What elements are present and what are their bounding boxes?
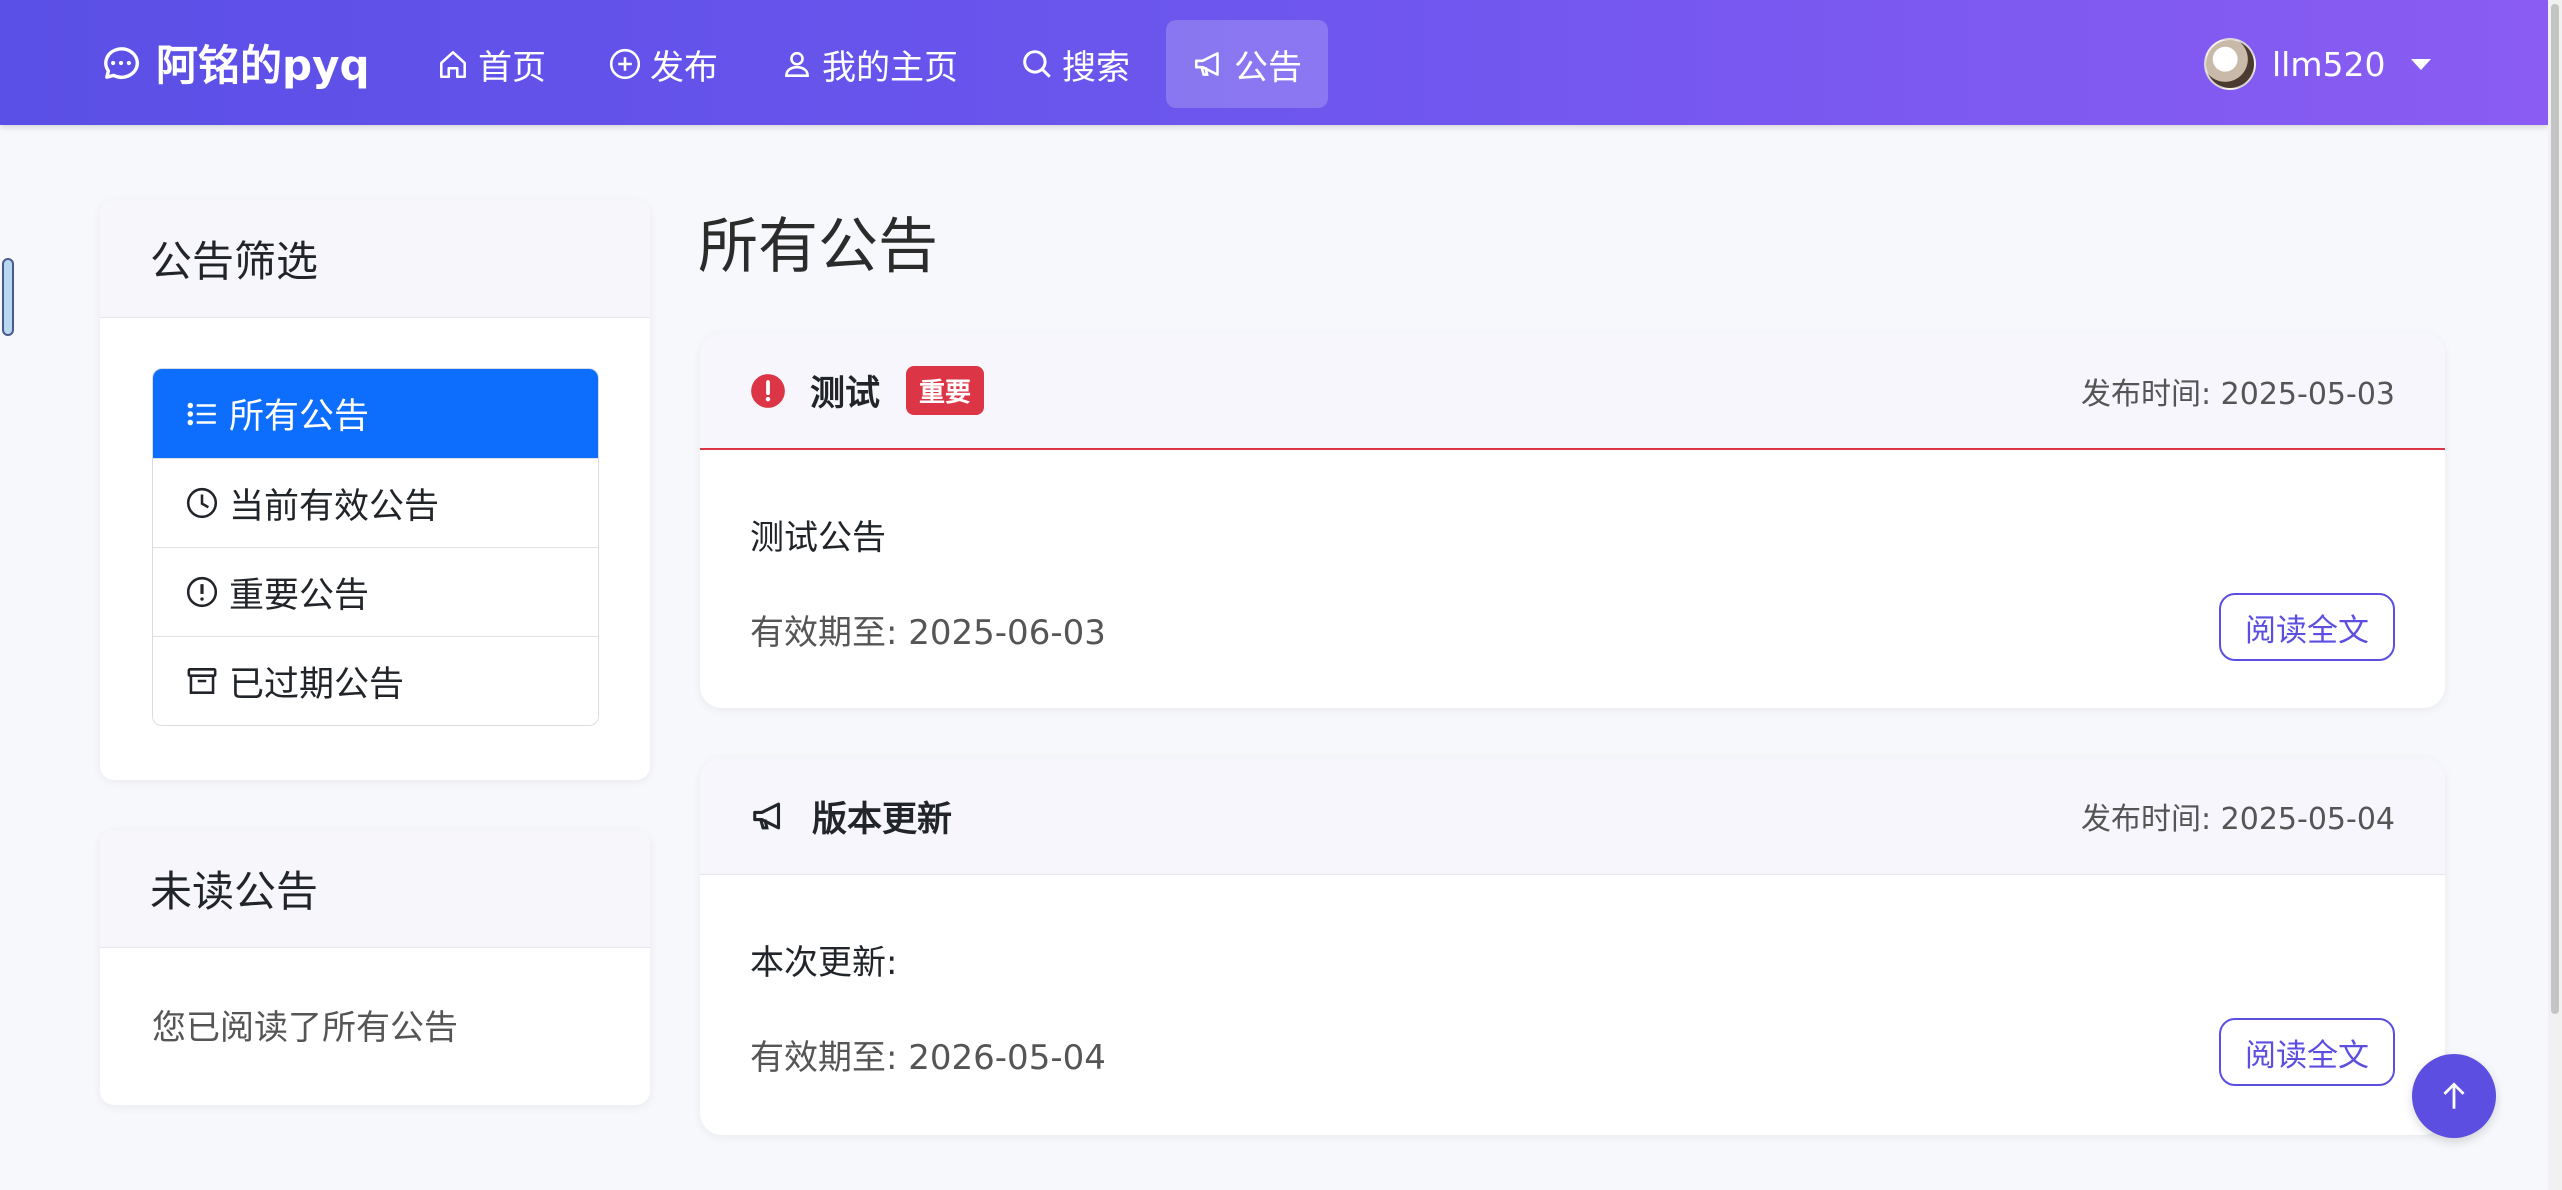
filter-label: 所有公告	[229, 397, 370, 437]
announcement-time: 发布时间: 2025-05-03	[2081, 376, 2395, 412]
filter-label: 当前有效公告	[229, 486, 440, 527]
arrow-up-icon	[2443, 1082, 2465, 1109]
back-to-top-button[interactable]	[2412, 1054, 2496, 1138]
filter-expired[interactable]: 已过期公告	[153, 636, 598, 725]
announcement-card: 测试 重要 发布时间: 2025-05-03 测试公告 有效期至: 2025-0…	[700, 333, 2445, 708]
nav-item-announcements[interactable]: 公告	[1166, 20, 1328, 108]
avatar	[2204, 38, 2256, 90]
announcement-content: 本次更新:	[750, 943, 898, 983]
announcement-header: 测试 重要 发布时间: 2025-05-03	[700, 333, 2445, 450]
person-icon	[785, 51, 809, 77]
announcement-content: 测试公告	[750, 518, 886, 558]
unread-card-title: 未读公告	[100, 830, 650, 948]
nav-item-home[interactable]: 首页	[410, 20, 572, 108]
filter-card-title: 公告筛选	[100, 200, 650, 318]
page-title: 所有公告	[698, 212, 938, 282]
filter-all[interactable]: 所有公告	[153, 369, 598, 458]
scrollbar-thumb[interactable]	[2551, 4, 2559, 1014]
clock-icon	[186, 487, 218, 519]
nav-item-publish[interactable]: 发布	[582, 20, 744, 108]
nav-item-label: 首页	[478, 47, 546, 88]
nav-item-profile[interactable]: 我的主页	[754, 20, 984, 108]
announcement-title[interactable]: 版本更新	[812, 791, 952, 842]
user-name: llm520	[2272, 44, 2386, 84]
filter-label: 重要公告	[229, 575, 370, 616]
nav-item-label: 公告	[1234, 47, 1302, 88]
announcement-header: 版本更新 发布时间: 2025-05-04	[700, 758, 2445, 875]
plus-circle-icon	[609, 48, 641, 80]
announcement-time: 发布时间: 2025-05-04	[2081, 802, 2395, 837]
brand[interactable]: 阿铭的pyq	[100, 0, 370, 125]
nav-menu: 首页 发布 我的主页 搜索 公告	[410, 20, 1328, 108]
unread-card: 未读公告 您已阅读了所有公告	[100, 830, 650, 1105]
user-menu[interactable]: llm520	[2204, 38, 2432, 90]
filter-active[interactable]: 当前有效公告	[153, 458, 598, 547]
announcement-expire: 有效期至: 2026-05-04	[750, 1038, 1106, 1078]
top-navbar: 阿铭的pyq 首页 发布 我的主页 搜索 公告 llm520	[0, 0, 2548, 125]
important-badge: 重要	[906, 366, 985, 415]
filter-list: 所有公告 当前有效公告 重要公告 已过期公告	[152, 368, 599, 726]
read-more-button[interactable]: 阅读全文	[2219, 1018, 2395, 1086]
search-icon	[1023, 50, 1051, 78]
announcement-title[interactable]: 测试	[810, 365, 880, 416]
house-icon	[440, 51, 466, 79]
nav-item-search[interactable]: 搜索	[994, 20, 1156, 108]
filter-label: 已过期公告	[229, 664, 405, 705]
side-scroll-handle[interactable]	[2, 258, 14, 336]
read-more-button[interactable]: 阅读全文	[2219, 593, 2395, 661]
brand-title: 阿铭的pyq	[156, 41, 370, 90]
megaphone-icon	[1194, 52, 1219, 76]
announcement-expire: 有效期至: 2025-06-03	[750, 613, 1106, 653]
announcement-card: 版本更新 发布时间: 2025-05-04 本次更新: 有效期至: 2026-0…	[700, 758, 2445, 1135]
archive-icon	[187, 668, 217, 694]
filter-card: 公告筛选 所有公告 当前有效公告 重要公告 已过期公告	[100, 200, 650, 780]
nav-item-label: 搜索	[1062, 47, 1130, 88]
unread-status-text: 您已阅读了所有公告	[152, 1008, 458, 1048]
chat-dots-icon	[104, 46, 139, 79]
caret-down-icon	[2411, 58, 2432, 70]
megaphone-icon	[753, 802, 781, 830]
filter-important[interactable]: 重要公告	[153, 547, 598, 636]
nav-item-label: 发布	[650, 47, 718, 88]
exclamation-circle-fill-icon	[751, 373, 785, 408]
list-icon	[187, 402, 216, 425]
exclamation-circle-icon	[186, 576, 218, 608]
page-scrollbar[interactable]	[2548, 0, 2562, 1190]
nav-item-label: 我的主页	[822, 47, 958, 88]
